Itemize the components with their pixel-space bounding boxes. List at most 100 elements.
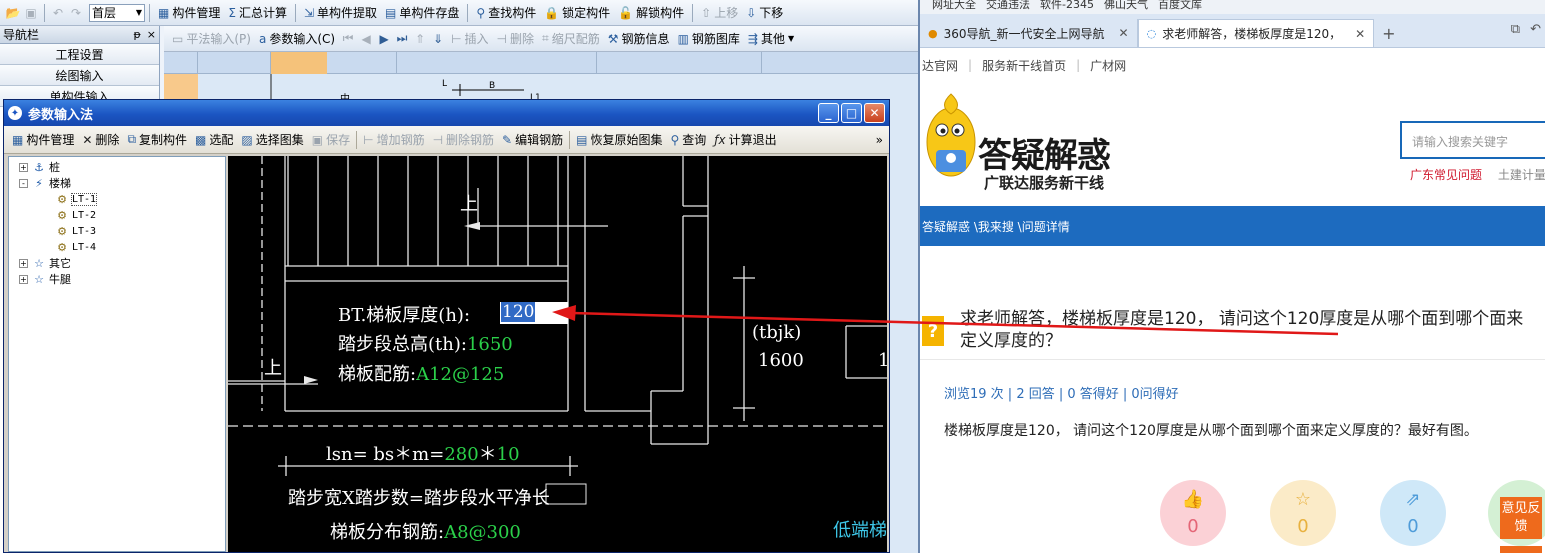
favorite-button[interactable]: ☆ 0: [1270, 480, 1336, 546]
tree-node-lt1[interactable]: ⚙ LT-1: [9, 191, 225, 207]
collapse-icon[interactable]: -: [19, 178, 28, 188]
flat-input-button[interactable]: ▭ 平法输入(P): [168, 29, 255, 49]
tree-node-lt4[interactable]: ⚙ LT-4: [9, 239, 225, 255]
back-icon[interactable]: ↶: [1530, 22, 1541, 37]
next-record-icon[interactable]: ▶: [375, 30, 393, 48]
dlg-select-config-button[interactable]: ▩ 选配: [191, 130, 237, 150]
extract-icon: ⇲: [303, 5, 315, 20]
dlg-calc-exit-button[interactable]: ƒx 计算退出: [710, 130, 780, 150]
fav-link[interactable]: 交通违法: [986, 0, 1030, 14]
single-extract-button[interactable]: ⇲ 单构件提取: [300, 3, 381, 23]
dialog-toolbar: ▦ 构件管理 ✕ 删除 ⧉ 复制构件 ▩ 选配 ▨ 选择图集 ▣ 保存 ⊢ 增加钢筋 ⊣ 删除钢…: [4, 126, 889, 154]
scaled-rebar-button[interactable]: ⌗ 缩尺配筋: [538, 29, 604, 49]
fav-link[interactable]: 百度文库: [1158, 0, 1202, 14]
single-save-button[interactable]: ▤ 单构件存盘: [381, 3, 463, 23]
tree-node-corbel[interactable]: + ☆ 牛腿: [9, 271, 225, 287]
unlock-component-button[interactable]: 🔓 解锁构件: [614, 3, 688, 23]
dlg-save-button[interactable]: ▣ 保存: [308, 130, 354, 150]
bs-value[interactable]: 280: [444, 444, 478, 465]
rebar-value[interactable]: A12@125: [416, 364, 504, 385]
tab-list-icon[interactable]: ⧉: [1511, 22, 1520, 37]
delete-row-button[interactable]: ⊣ 删除: [493, 29, 538, 49]
dlg-choose-atlas-button[interactable]: ▨ 选择图集: [237, 130, 307, 150]
new-tab-button[interactable]: +: [1374, 24, 1403, 47]
tree-node-lt3[interactable]: ⚙ LT-3: [9, 223, 225, 239]
other-menu-button[interactable]: ⇶ 其他 ▼: [744, 29, 798, 49]
fav-link[interactable]: 软件-2345: [1040, 0, 1094, 14]
close-icon[interactable]: ×: [147, 28, 156, 41]
like-button[interactable]: 👍 0: [1160, 480, 1226, 546]
dist-rebar-value[interactable]: A8@300: [444, 522, 521, 543]
save-icon[interactable]: ▣: [22, 4, 40, 22]
insert-button[interactable]: ⊢ 插入: [447, 29, 492, 49]
expand-icon[interactable]: +: [19, 258, 28, 268]
fav-link[interactable]: 佛山天气: [1104, 0, 1148, 14]
question-mark-icon: ?: [922, 316, 944, 346]
close-button[interactable]: ✕: [864, 103, 885, 123]
close-tab-icon[interactable]: ✕: [1119, 26, 1129, 40]
share-button[interactable]: ⇗ 0: [1380, 480, 1446, 546]
pin-icon[interactable]: ᵽ: [133, 28, 140, 41]
tree-node-stairs[interactable]: - ⚡ 楼梯: [9, 175, 225, 191]
feedback-button[interactable]: 意见反馈: [1500, 497, 1542, 539]
rebar-info-button[interactable]: ⚒ 钢筋信息: [604, 29, 674, 49]
expand-icon[interactable]: +: [19, 274, 28, 284]
last-record-icon[interactable]: ⏭: [393, 30, 411, 48]
atlas-icon: ▨: [241, 132, 253, 147]
dlg-component-manage-button[interactable]: ▦ 构件管理: [8, 130, 78, 150]
dlg-query-button[interactable]: ⚲ 查询: [666, 130, 710, 150]
summary-calc-button[interactable]: Σ 汇总计算: [224, 3, 291, 23]
tree-node-other[interactable]: + ☆ 其它: [9, 255, 225, 271]
row-up-icon[interactable]: ⇑: [411, 30, 429, 48]
m-value[interactable]: 10: [497, 444, 520, 465]
rebar-library-button[interactable]: ▥ 钢筋图库: [674, 29, 744, 49]
gear-icon: ⚙: [57, 192, 67, 206]
dlg-delete-rebar-button[interactable]: ⊣ 删除钢筋: [429, 130, 498, 150]
tree-node-pile[interactable]: + ⚓ 桩: [9, 159, 225, 175]
site-link[interactable]: 广材网: [1090, 57, 1126, 74]
undo-icon[interactable]: ↶: [49, 4, 67, 22]
open-folder-icon[interactable]: 📂: [4, 4, 22, 22]
lock-component-button[interactable]: 🔒 锁定构件: [540, 3, 614, 23]
toolbar-overflow-button[interactable]: »: [876, 133, 889, 147]
thickness-input[interactable]: 120: [500, 302, 568, 324]
first-record-icon[interactable]: ⏮: [339, 30, 357, 48]
minimize-button[interactable]: _: [818, 103, 839, 123]
dlg-delete-button[interactable]: ✕ 删除: [78, 130, 123, 150]
nav-item-project-settings[interactable]: 工程设置: [0, 44, 159, 65]
dlg-copy-component-button[interactable]: ⧉ 复制构件: [123, 130, 191, 150]
cad-drawing-view[interactable]: 上 上 BT.梯板厚度(h): 120 踏步段总高(th):1650 梯板配筋:…: [228, 156, 887, 552]
move-up-button[interactable]: ⇧ 上移: [697, 3, 742, 23]
hot-link[interactable]: 广东常见问题: [1410, 168, 1482, 182]
redo-icon[interactable]: ↷: [67, 4, 85, 22]
expand-icon[interactable]: +: [19, 162, 28, 172]
tree-node-lt2[interactable]: ⚙ LT-2: [9, 207, 225, 223]
disk-icon: ▤: [385, 5, 397, 20]
row-down-icon[interactable]: ⇓: [429, 30, 447, 48]
search-input[interactable]: 请输入搜索关键字: [1400, 121, 1545, 159]
height-value[interactable]: 1650: [467, 334, 513, 355]
dialog-titlebar[interactable]: ✦ 参数输入法 _ □ ✕: [4, 100, 889, 126]
prev-record-icon[interactable]: ◀: [357, 30, 375, 48]
site-link[interactable]: 达官网: [922, 57, 958, 74]
nav-item-drawing-input[interactable]: 绘图输入: [0, 65, 159, 86]
dlg-edit-rebar-button[interactable]: ✎ 编辑钢筋: [498, 130, 567, 150]
move-down-button[interactable]: ⇩ 下移: [742, 3, 787, 23]
fav-link[interactable]: 网址大全: [932, 0, 976, 14]
param-input-button[interactable]: a 参数输入(C): [255, 29, 339, 49]
hot-link[interactable]: 土建计量: [1498, 168, 1545, 182]
question-stats[interactable]: 浏览19 次 | 2 回答 | 0 答得好 | 0问得好: [944, 383, 1179, 402]
component-manage-button[interactable]: ▦ 构件管理: [154, 3, 224, 23]
tbjk-value[interactable]: 1600: [758, 350, 804, 371]
tab-360-nav[interactable]: ● 360导航_新一代安全上网导航 ✕: [920, 19, 1138, 47]
floor-select[interactable]: 首层 ▼: [89, 3, 145, 22]
tab-question[interactable]: ◌ 求老师解答，楼梯板厚度是120， ✕: [1137, 19, 1375, 47]
main-toolbar: 📂 ▣ ↶ ↷ 首层 ▼ ▦ 构件管理 Σ 汇总计算 ⇲ 单构件提取 ▤ 单构件存盘 ⚲ 查…: [0, 0, 918, 26]
close-tab-icon[interactable]: ✕: [1355, 27, 1365, 41]
dlg-add-rebar-button[interactable]: ⊢ 增加钢筋: [359, 130, 428, 150]
selected-column-header[interactable]: [271, 52, 327, 74]
find-component-button[interactable]: ⚲ 查找构件: [472, 3, 540, 23]
dlg-restore-atlas-button[interactable]: ▤ 恢复原始图集: [572, 130, 666, 150]
maximize-button[interactable]: □: [841, 103, 862, 123]
site-link[interactable]: 服务新干线首页: [982, 57, 1066, 74]
